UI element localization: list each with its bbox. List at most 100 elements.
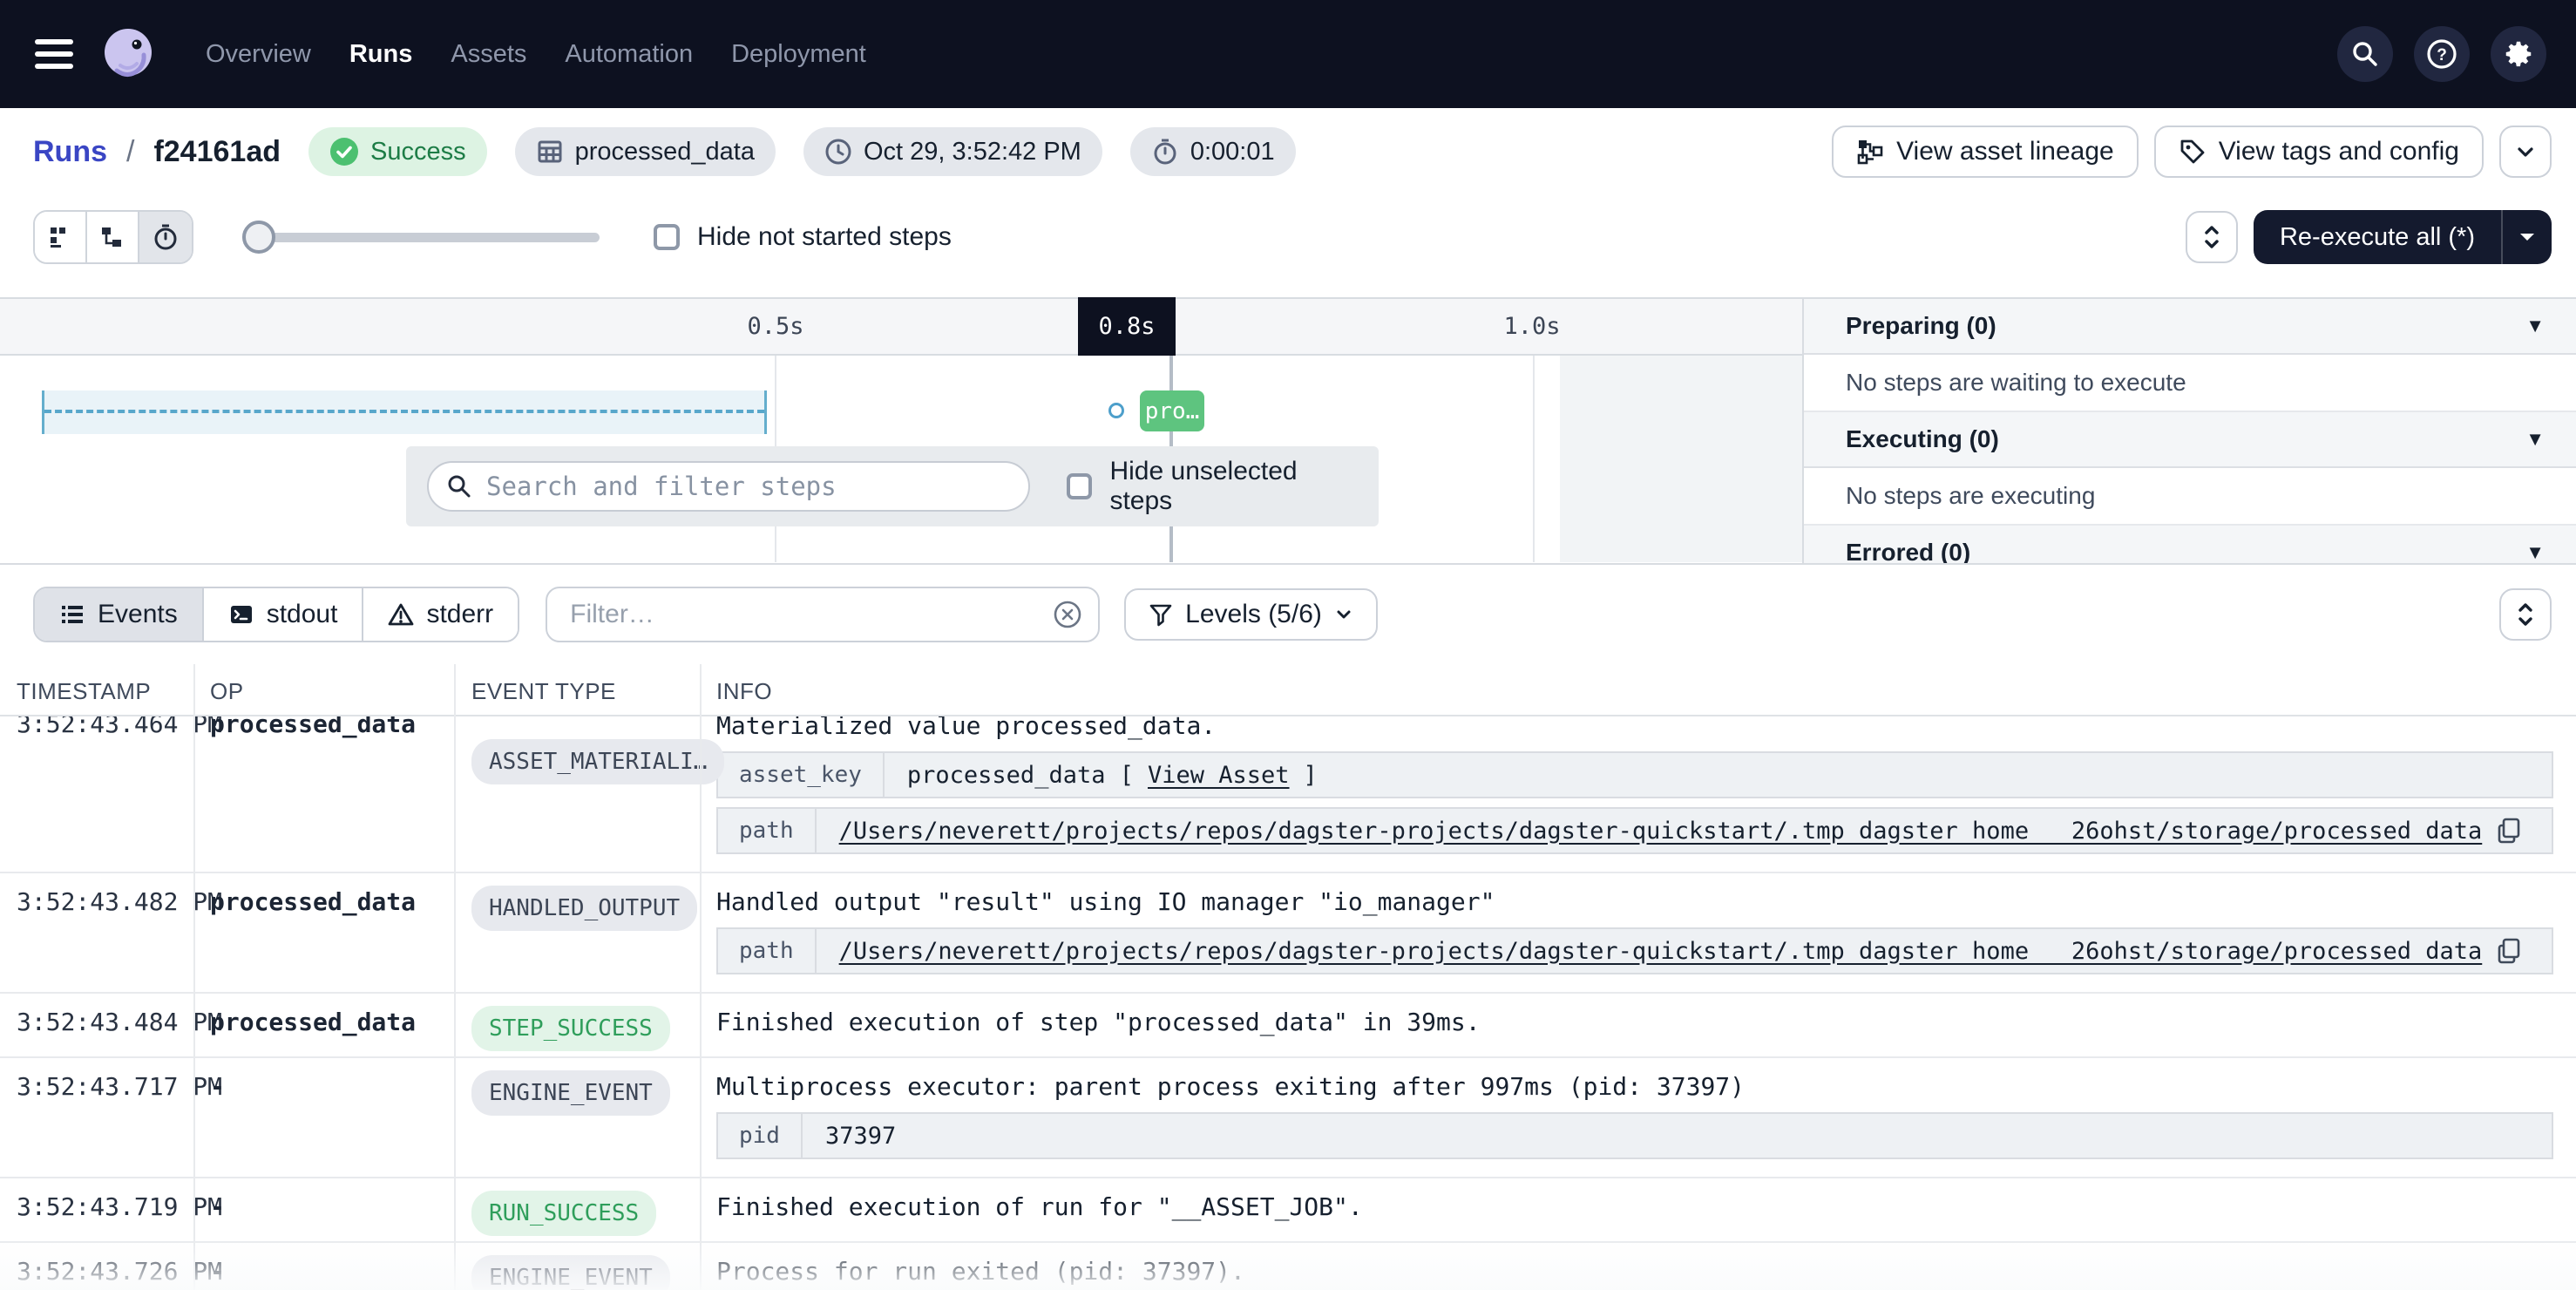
hide-not-started-checkbox[interactable] [654,224,680,250]
breadcrumb-runs-link[interactable]: Runs [33,135,107,169]
table-row[interactable]: 3:52:43.482 PM processed_data HANDLED_OU… [0,873,2576,994]
copy-icon[interactable] [2496,937,2522,965]
expand-log-panel-button[interactable] [2499,588,2552,641]
gear-icon [2502,37,2535,71]
question-icon: ? [2425,37,2458,71]
status-badge: Success [308,127,487,176]
metadata-value: 37397 [825,1123,896,1150]
menu-icon[interactable] [35,39,73,69]
event-timestamp: 3:52:43.726 PM [17,1257,222,1286]
event-type-badge: ENGINE_EVENT [471,1255,670,1290]
tab-stdout[interactable]: stdout [204,588,364,641]
levels-label: Levels (5/6) [1185,600,1322,629]
path-link[interactable]: /Users/neverett/projects/repos/dagster-p… [839,818,2483,845]
caret-down-icon [2518,231,2536,243]
tab-stderr[interactable]: stderr [363,588,518,641]
event-type-badge: HANDLED_OUTPUT [471,886,697,931]
table-row[interactable]: 3:52:43.464 PM processed_data ASSET_MATE… [0,716,2576,873]
expand-vertical-icon [2200,222,2224,252]
time-marker-label: 0.8s [1078,297,1176,356]
expand-collapse-panels-button[interactable] [2186,211,2238,263]
nav-item-runs[interactable]: Runs [349,40,413,69]
column-divider [193,664,195,1290]
tab-stderr-label: stderr [426,600,493,629]
caret-down-icon: ▼ [2525,315,2545,337]
event-message: Multiprocess executor: parent process ex… [716,1070,2553,1103]
search-icon [2350,39,2380,69]
log-filter-box [546,587,1100,642]
table-row[interactable]: 3:52:43.717 PM - ENGINE_EVENT Multiproce… [0,1058,2576,1178]
event-op: - [210,1257,225,1286]
metadata-value: processed_data [ [907,762,1134,789]
log-filter-input[interactable] [546,587,1100,642]
view-mode-waterfall-button[interactable] [87,212,139,262]
gantt-timeline: 0.5s 1.0s [0,297,1802,356]
nav-item-overview[interactable]: Overview [206,40,311,69]
post-run-region [1560,356,1802,562]
view-asset-lineage-button[interactable]: View asset lineage [1832,126,2139,178]
asset-badge-label: processed_data [575,138,755,166]
table-row[interactable]: 3:52:43.719 PM - RUN_SUCCESS Finished ex… [0,1178,2576,1243]
view-mode-timed-button[interactable] [139,212,192,262]
event-type-badge: ASSET_MATERIALI… [471,739,724,784]
panel-section-executing[interactable]: Executing (0) ▼ [1804,412,2576,468]
reexecute-all-button[interactable]: Re-execute all (*) [2254,210,2501,264]
event-type-badge: ENGINE_EVENT [471,1070,670,1116]
event-op: - [210,1072,225,1101]
view-mode-flat-button[interactable] [35,212,87,262]
search-icon [446,473,472,499]
run-actions-chevron-button[interactable] [2499,126,2552,178]
gridline [1533,356,1535,562]
step-status-panel: Preparing (0) ▼ No steps are waiting to … [1802,297,2576,563]
table-row[interactable]: 3:52:43.484 PM processed_data STEP_SUCCE… [0,994,2576,1058]
settings-button[interactable] [2491,26,2546,82]
chevron-down-icon [2514,140,2537,163]
col-info: INFO [716,678,772,705]
asset-badge[interactable]: processed_data [515,127,776,176]
run-id: f24161ad [153,135,281,169]
event-timestamp: 3:52:43.482 PM [17,887,222,916]
start-time-badge: Oct 29, 3:52:42 PM [803,127,1102,176]
levels-dropdown-button[interactable]: Levels (5/6) [1124,588,1378,641]
log-view-tabs: Events stdout stderr [33,587,519,642]
nav-item-deployment[interactable]: Deployment [731,40,866,69]
expand-vertical-icon [2513,600,2538,629]
top-nav: Overview Runs Assets Automation Deployme… [0,0,2576,108]
step-start-dot [1108,403,1124,418]
col-event-type: EVENT TYPE [471,678,616,705]
hide-not-started-checkline[interactable]: Hide not started steps [654,222,952,252]
slider-track[interactable] [242,233,600,242]
panel-section-errored[interactable]: Errored (0) ▼ [1804,526,2576,563]
col-op: OP [210,678,244,705]
metadata-row-pid: pid 37397 [716,1112,2553,1159]
caret-down-icon: ▼ [2525,428,2545,451]
nav-item-assets[interactable]: Assets [451,40,526,69]
step-bar-processed-data[interactable]: pro… [1140,390,1204,431]
gantt-zoom-slider[interactable] [242,221,600,254]
dagster-run-page: Overview Runs Assets Automation Deployme… [0,0,2576,1290]
step-search-input[interactable] [427,461,1030,512]
event-op: processed_data [210,887,416,916]
slider-knob[interactable] [242,221,275,254]
tab-events[interactable]: Events [35,588,204,641]
hide-unselected-checkbox[interactable] [1067,473,1092,499]
panel-section-title: Executing (0) [1846,425,1999,453]
clear-filter-icon[interactable] [1053,600,1082,629]
copy-icon[interactable] [2496,817,2522,845]
view-tags-config-button[interactable]: View tags and config [2154,126,2484,178]
flat-view-icon [47,224,73,250]
path-link[interactable]: /Users/neverett/projects/repos/dagster-p… [839,938,2483,965]
metadata-key: asset_key [718,753,885,797]
dagster-logo-icon[interactable] [99,25,157,83]
reexecute-menu-button[interactable] [2501,210,2552,264]
panel-section-title: Errored (0) [1846,539,1970,563]
hide-unselected-checkline[interactable]: Hide unselected steps [1067,457,1358,516]
nav-item-automation[interactable]: Automation [565,40,693,69]
panel-section-preparing[interactable]: Preparing (0) ▼ [1804,299,2576,355]
table-row[interactable]: 3:52:43.726 PM - ENGINE_EVENT Process fo… [0,1243,2576,1290]
help-button[interactable]: ? [2414,26,2470,82]
panel-section-body: No steps are executing [1804,468,2576,526]
reexecute-split-button: Re-execute all (*) [2254,210,2552,264]
view-asset-link[interactable]: View Asset [1148,762,1290,789]
search-button[interactable] [2337,26,2393,82]
